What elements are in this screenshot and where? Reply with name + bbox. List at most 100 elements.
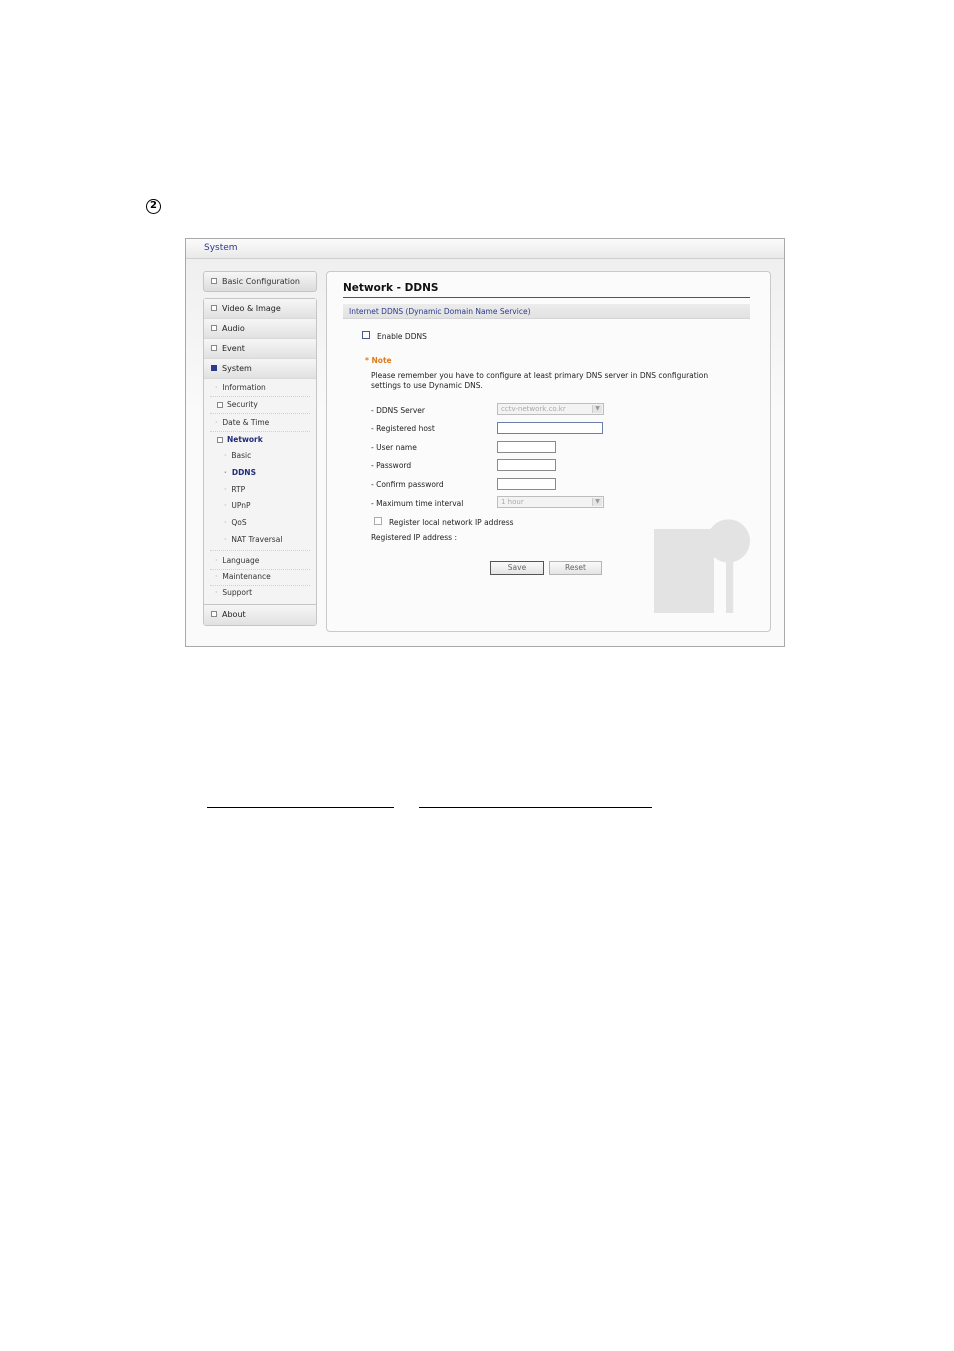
- divider: [210, 413, 310, 414]
- reset-button[interactable]: Reset: [549, 561, 602, 575]
- sidebar-item-label: Event: [222, 344, 245, 353]
- divider: [210, 431, 310, 432]
- sidebar-item-label: Basic: [231, 451, 252, 460]
- sidebar-group: Video & Image Audio Event System · Inform…: [203, 298, 317, 626]
- confirm-password-label: - Confirm password: [371, 480, 444, 489]
- sidebar-item-network-upnp[interactable]: · UPnP: [224, 501, 251, 510]
- collapse-icon: [211, 365, 217, 371]
- divider: [210, 550, 310, 551]
- register-local-ip-checkbox[interactable]: [374, 517, 382, 525]
- section-title: Internet DDNS (Dynamic Domain Name Servi…: [349, 307, 531, 316]
- camera-watermark-icon: [654, 519, 750, 613]
- sidebar-item-maintenance[interactable]: · Maintenance: [215, 572, 271, 581]
- collapse-icon: [217, 437, 223, 443]
- expand-icon: [217, 402, 223, 408]
- sidebar-item-label: Network: [227, 435, 263, 444]
- sidebar-item-label: About: [222, 610, 246, 619]
- sidebar-item-label: Video & Image: [222, 304, 281, 313]
- sidebar-item-label: Date & Time: [222, 418, 270, 427]
- bullet-icon: ·: [224, 451, 227, 460]
- expand-icon: [211, 325, 217, 331]
- sidebar-item-network-basic[interactable]: · Basic: [224, 451, 251, 460]
- sidebar-item-label: RTP: [231, 485, 246, 494]
- sidebar-item-label: Support: [222, 588, 253, 597]
- bullet-icon: ·: [224, 501, 227, 510]
- sidebar-item-event[interactable]: Event: [204, 339, 316, 359]
- expand-icon: [211, 278, 217, 284]
- save-button[interactable]: Save: [490, 561, 544, 575]
- enable-ddns-label: Enable DDNS: [377, 332, 427, 341]
- sidebar-item-network-rtp[interactable]: · RTP: [224, 485, 245, 494]
- sidebar-item-network-qos[interactable]: · QoS: [224, 518, 247, 527]
- bullet-icon: ·: [215, 572, 218, 581]
- sidebar-item-audio[interactable]: Audio: [204, 319, 316, 339]
- bullet-icon: ·: [224, 518, 227, 527]
- user-name-label: - User name: [371, 443, 417, 452]
- note-label: * Note: [365, 356, 392, 365]
- max-interval-select[interactable]: 1 hour ▼: [497, 496, 604, 508]
- sidebar-item-security[interactable]: Security: [217, 400, 258, 409]
- expand-icon: [211, 345, 217, 351]
- bullet-icon: ·: [224, 535, 227, 544]
- sidebar-item-basic-configuration[interactable]: Basic Configuration: [203, 271, 317, 292]
- window-body: Basic Configuration Video & Image Audio …: [186, 259, 784, 646]
- password-input[interactable]: [497, 459, 556, 471]
- sidebar-item-label: UPnP: [231, 501, 251, 510]
- sidebar-item-label: Basic Configuration: [222, 277, 300, 286]
- sidebar-item-language[interactable]: · Language: [215, 556, 259, 565]
- bullet-icon: ·: [215, 418, 218, 427]
- chevron-down-icon: ▼: [592, 498, 602, 506]
- sidebar-item-network-ddns[interactable]: · DDNS: [224, 468, 256, 477]
- max-interval-label: - Maximum time interval: [371, 499, 464, 508]
- sidebar-item-label: NAT Traversal: [231, 535, 283, 544]
- sidebar-item-label: Audio: [222, 324, 245, 333]
- sidebar-item-label: Language: [222, 556, 260, 565]
- sidebar-item-network[interactable]: Network: [217, 435, 263, 444]
- underline-rule: [419, 807, 652, 808]
- sidebar-item-label: Information: [222, 383, 266, 392]
- sidebar-item-date-time[interactable]: · Date & Time: [215, 418, 269, 427]
- content-panel: Network - DDNS Internet DDNS (Dynamic Do…: [326, 271, 771, 632]
- password-label: - Password: [371, 461, 412, 470]
- expand-icon: [211, 611, 217, 617]
- title-divider: [343, 297, 750, 298]
- underline-rule: [207, 807, 394, 808]
- bullet-icon: ·: [215, 588, 218, 597]
- confirm-password-input[interactable]: [497, 478, 556, 490]
- registered-ip-label: Registered IP address :: [371, 533, 457, 542]
- divider: [210, 396, 310, 397]
- registered-host-input[interactable]: [497, 422, 603, 434]
- sidebar-item-label: Security: [227, 400, 258, 409]
- sidebar-item-information[interactable]: · Information: [215, 383, 266, 392]
- register-local-ip-label: Register local network IP address: [389, 518, 514, 527]
- sidebar-item-system[interactable]: System: [204, 359, 316, 379]
- note-text: Please remember you have to configure at…: [371, 371, 709, 390]
- settings-window: System Basic Configuration Video & Image…: [185, 238, 785, 647]
- bullet-icon: ·: [215, 556, 218, 565]
- step-number-badge: 2: [146, 199, 161, 214]
- window-titlebar: System: [186, 239, 784, 259]
- ddns-server-label: - DDNS Server: [371, 406, 425, 415]
- sidebar-item-support[interactable]: · Support: [215, 588, 252, 597]
- bullet-icon: ·: [224, 485, 227, 494]
- select-value: 1 hour: [501, 498, 524, 506]
- bullet-icon: ·: [215, 383, 218, 392]
- page-title: Network - DDNS: [343, 282, 439, 294]
- sidebar-item-network-nat-traversal[interactable]: · NAT Traversal: [224, 535, 282, 544]
- sidebar-item-video-image[interactable]: Video & Image: [204, 299, 316, 319]
- registered-host-label: - Registered host: [371, 424, 435, 433]
- enable-ddns-checkbox[interactable]: [362, 331, 370, 339]
- chevron-down-icon: ▼: [592, 405, 602, 413]
- sidebar-item-about[interactable]: About: [204, 604, 316, 625]
- sidebar-item-label: Maintenance: [222, 572, 271, 581]
- divider: [210, 569, 310, 570]
- expand-icon: [211, 305, 217, 311]
- user-name-input[interactable]: [497, 441, 556, 453]
- ddns-server-select[interactable]: cctv-network.co.kr ▼: [497, 403, 604, 415]
- sidebar-item-label: System: [222, 364, 252, 373]
- section-header: Internet DDNS (Dynamic Domain Name Servi…: [343, 304, 750, 319]
- divider: [210, 585, 310, 586]
- window-title: System: [204, 243, 238, 253]
- select-value: cctv-network.co.kr: [501, 405, 566, 413]
- sidebar-item-label: QoS: [231, 518, 247, 527]
